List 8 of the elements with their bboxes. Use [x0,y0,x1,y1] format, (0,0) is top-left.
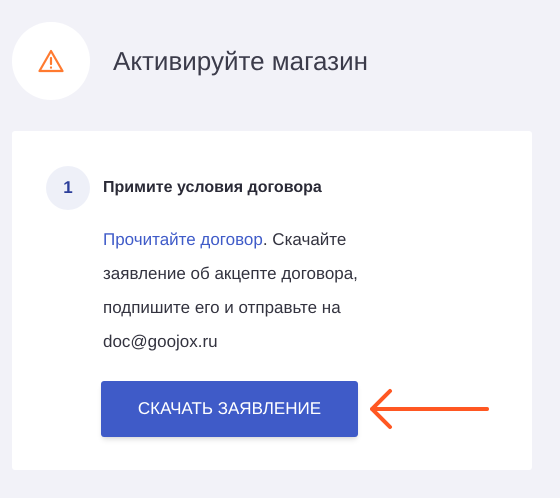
step-description: Прочитайте договор. Скачайте заявление об акцепте договора, подпишите его и отправьте на doc@goojox.ru [103,229,359,353]
warning-icon [38,49,64,73]
step-number: 1 [46,166,90,210]
agreement-link[interactable]: Прочитайте договор [103,230,263,249]
page-title: Активируйте магазин [113,44,368,78]
download-button[interactable]: СКАЧАТЬ ЗАЯВЛЕНИЕ [101,381,358,437]
step-title: Примите условия договора [103,178,322,198]
arrow-icon [370,386,490,432]
